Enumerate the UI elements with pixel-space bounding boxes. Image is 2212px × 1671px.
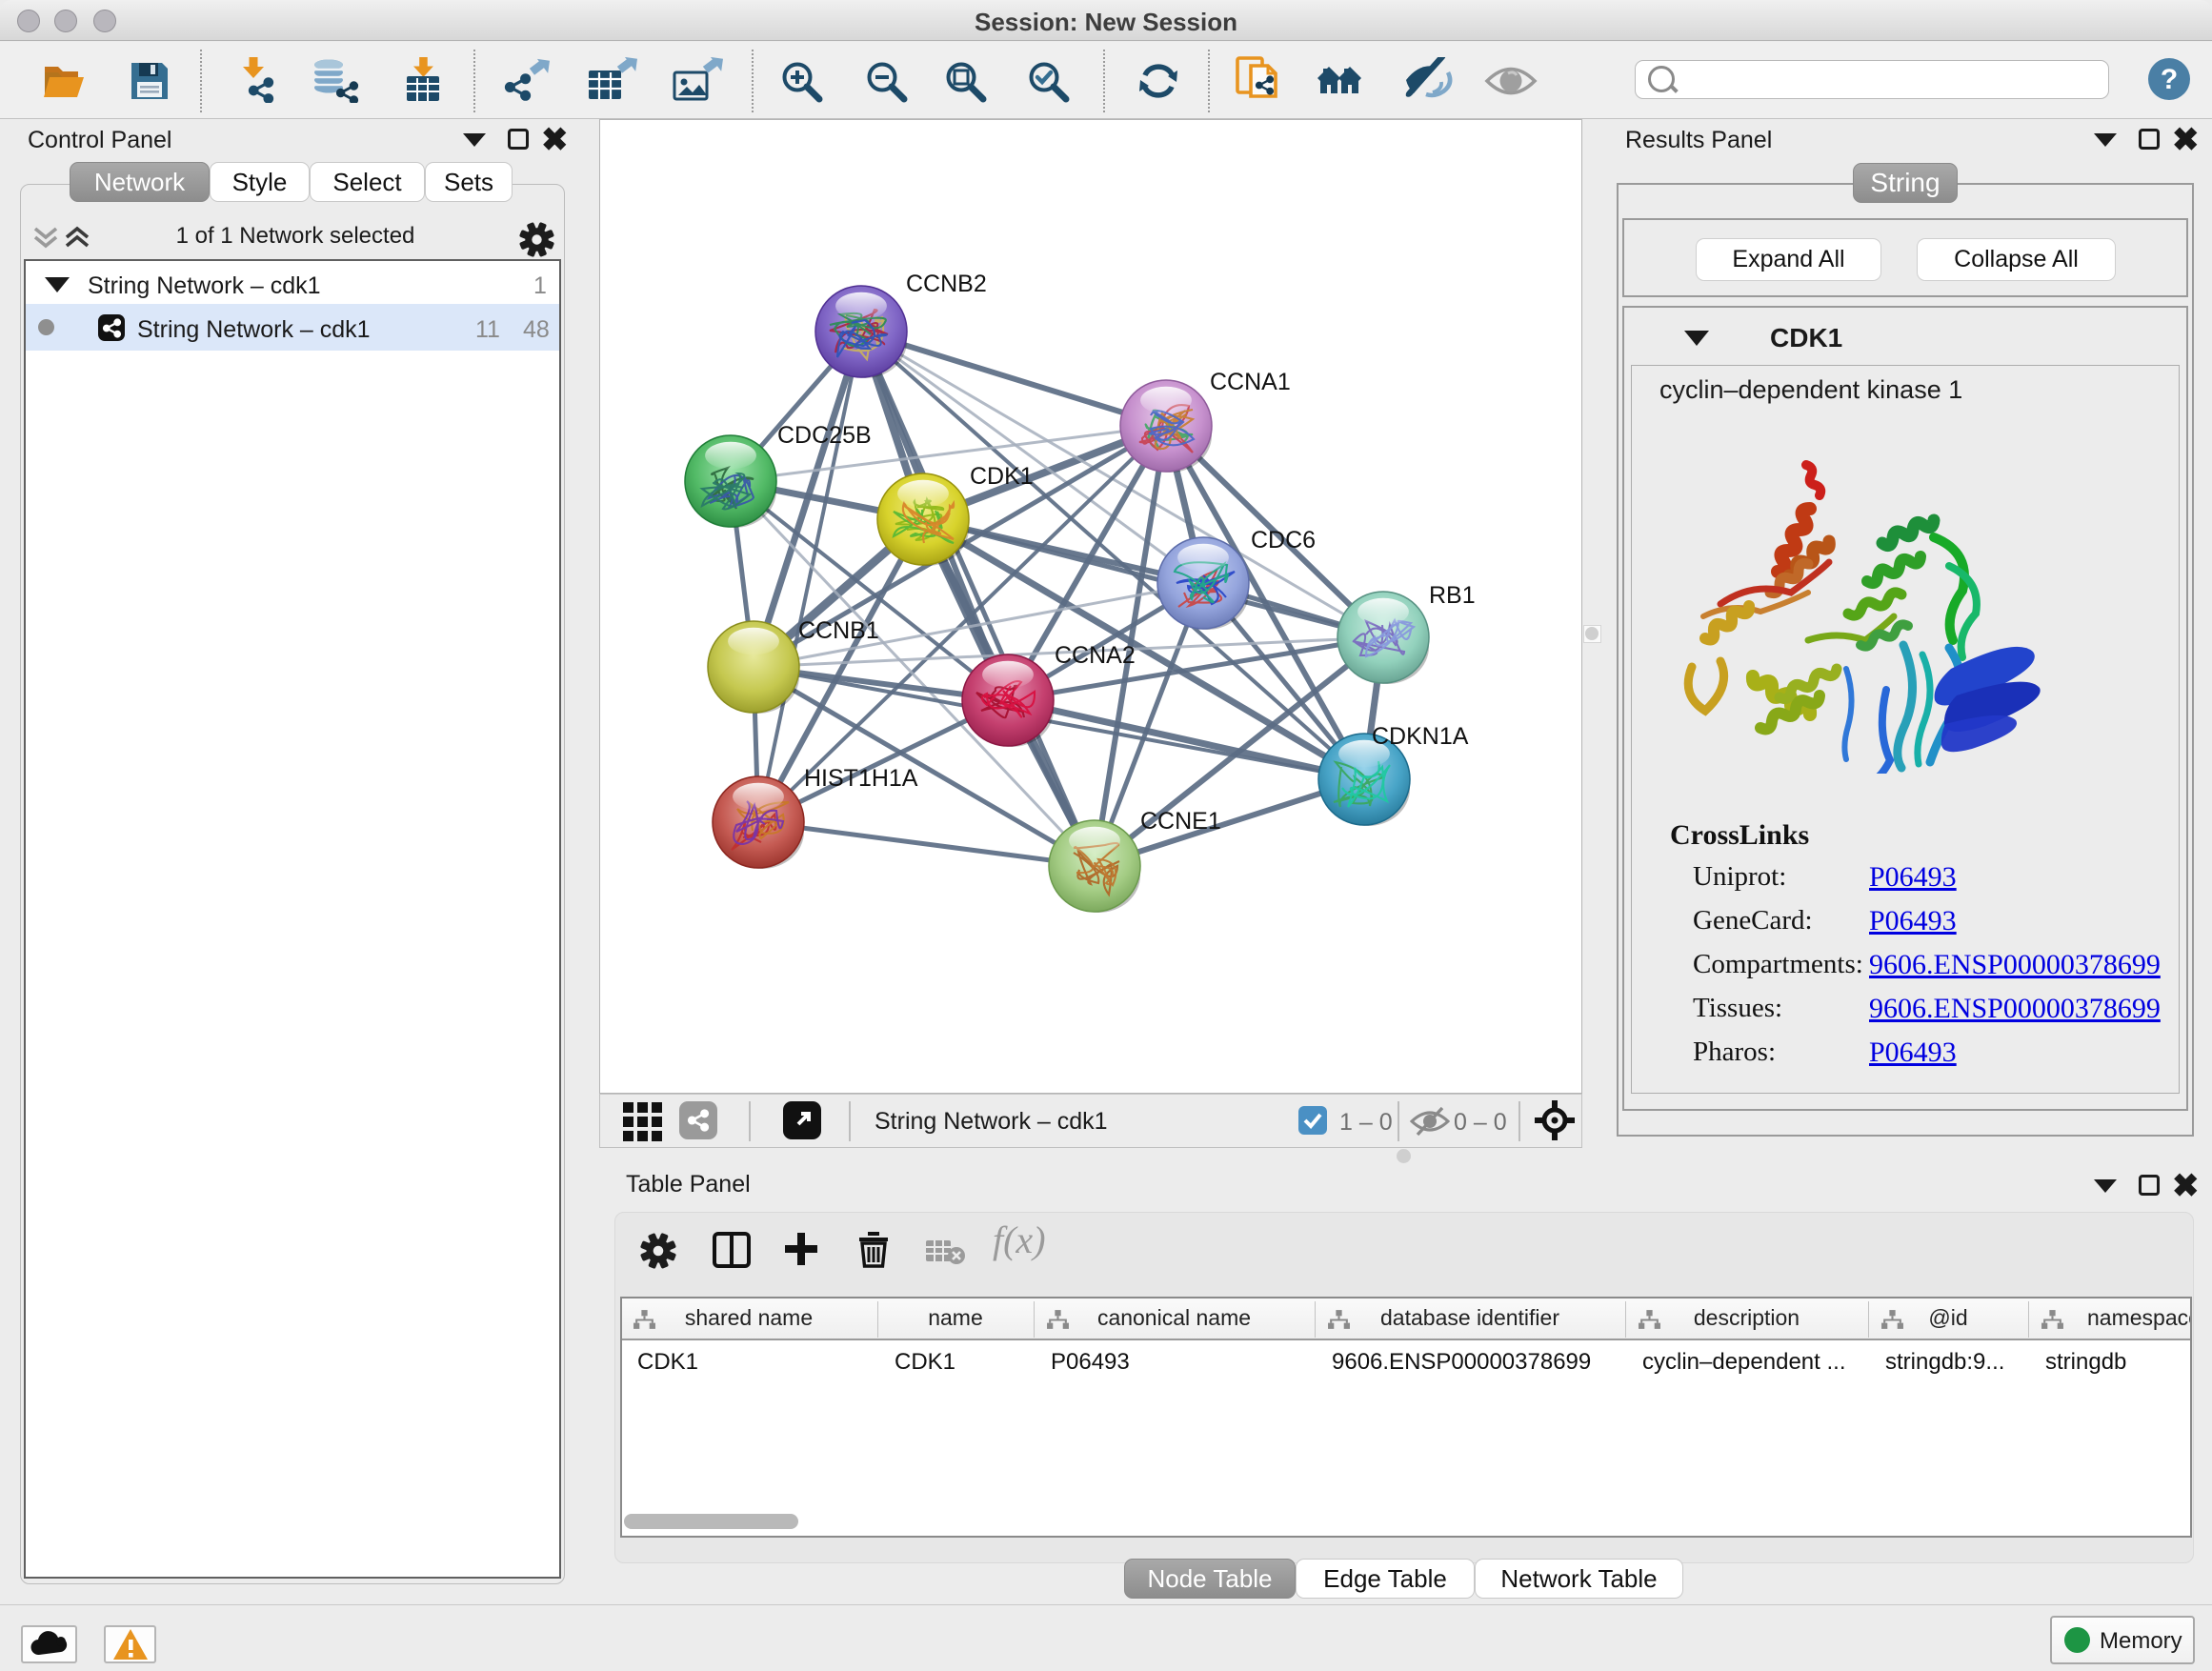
- svg-text:CDC25B: CDC25B: [777, 422, 872, 449]
- svg-text:CDK1: CDK1: [970, 463, 1034, 490]
- svg-text:?: ?: [2161, 64, 2178, 95]
- svg-text:CDC6: CDC6: [1251, 527, 1316, 554]
- svg-text:CCNB2: CCNB2: [906, 271, 987, 297]
- svg-text:CCNE1: CCNE1: [1140, 808, 1221, 835]
- svg-text:CCNA1: CCNA1: [1210, 369, 1291, 395]
- svg-text:RB1: RB1: [1429, 582, 1476, 609]
- svg-text:CCNB1: CCNB1: [798, 617, 879, 644]
- svg-text:CCNA2: CCNA2: [1055, 642, 1136, 669]
- svg-text:HIST1H1A: HIST1H1A: [804, 765, 918, 792]
- svg-text:CDKN1A: CDKN1A: [1372, 723, 1469, 750]
